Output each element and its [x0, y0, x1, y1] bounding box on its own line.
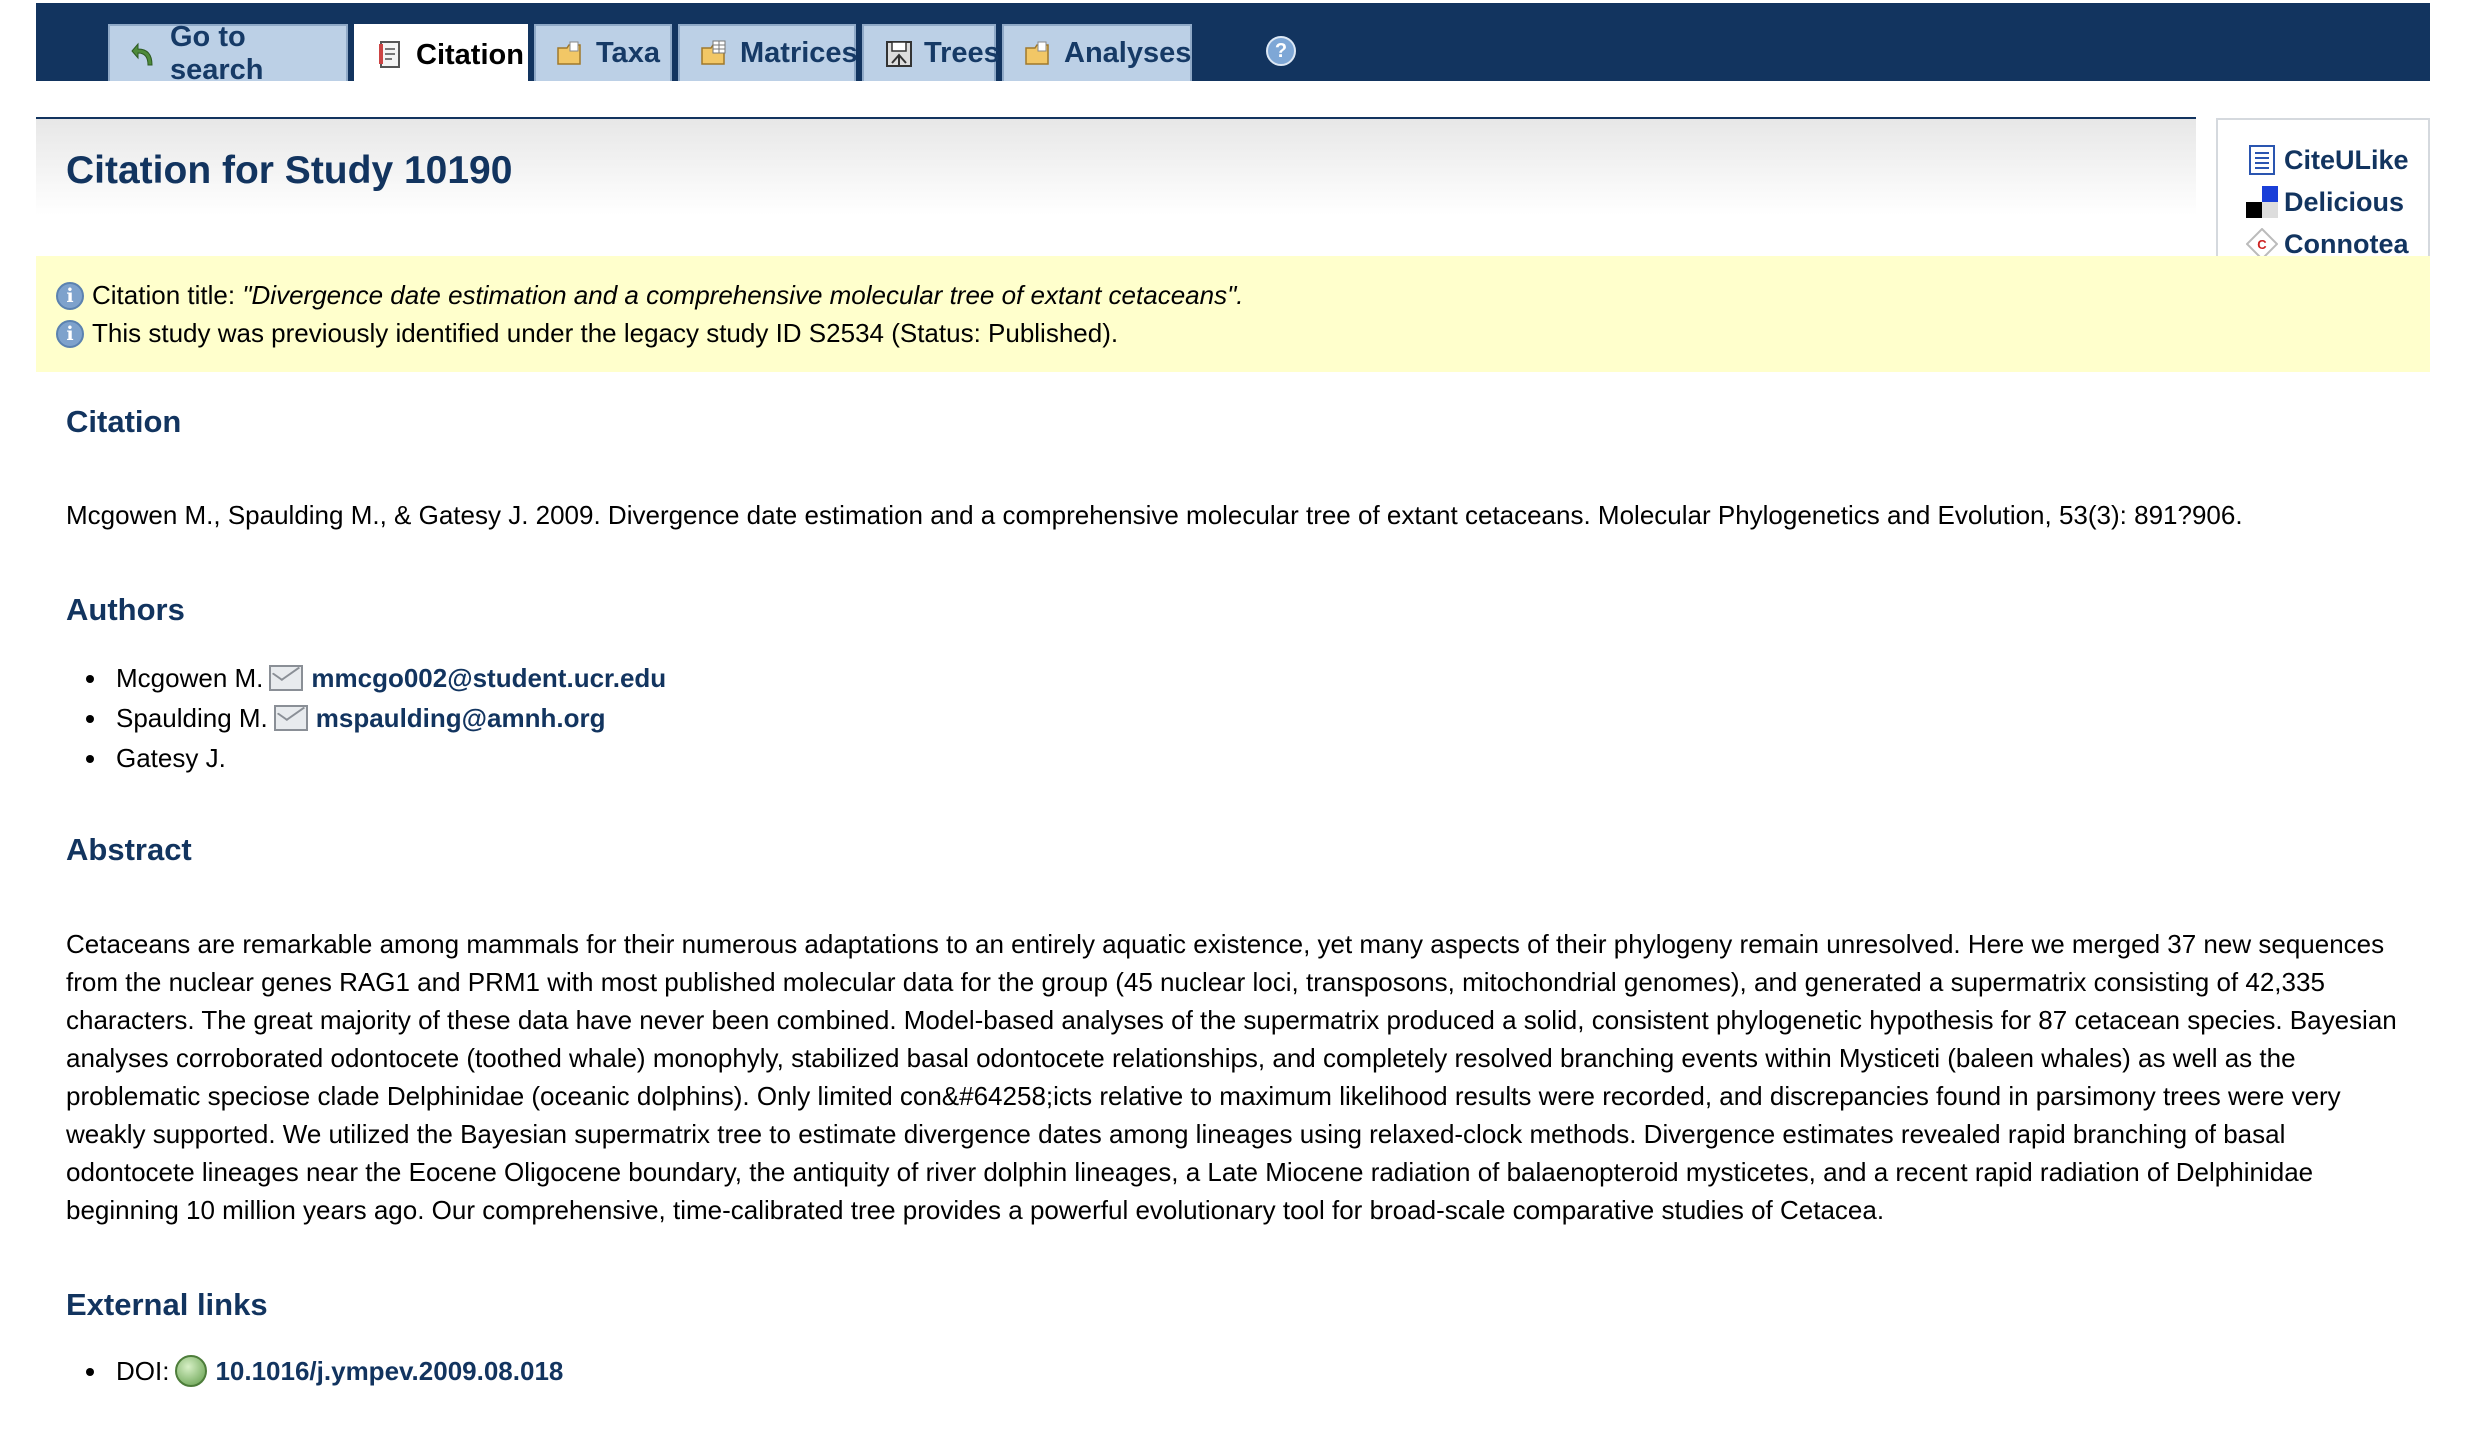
delicious-link[interactable]: Delicious: [2246, 182, 2404, 222]
abstract-text: Cetaceans are remarkable among mammals f…: [66, 929, 2397, 1225]
list-item: DOI: 10.1016/j.ympev.2009.08.018: [66, 1351, 563, 1391]
doi-label: DOI:: [116, 1355, 170, 1386]
list-item: Mcgowen M. mmcgo002@student.ucr.edu: [66, 658, 666, 698]
folder-icon: [556, 39, 586, 69]
list-item: Gatesy J.: [66, 738, 666, 778]
tree-save-icon: [884, 39, 914, 69]
external-links-heading: External links: [66, 1287, 268, 1322]
back-arrow-icon: [130, 39, 160, 69]
info-icon: i: [56, 319, 84, 348]
doi-link[interactable]: 10.1016/j.ympev.2009.08.018: [215, 1356, 563, 1387]
author-name: Mcgowen M.: [116, 662, 264, 693]
social-link-label: Connotea: [2284, 228, 2409, 259]
info-icon: i: [56, 281, 84, 310]
citeulike-icon: [2246, 144, 2278, 176]
author-name: Spaulding M.: [116, 702, 268, 733]
email-icon: [269, 665, 304, 691]
folder-icon: [1024, 39, 1054, 69]
info-message-band: i Citation title: "Divergence date estim…: [36, 256, 2430, 372]
author-name: Gatesy J.: [116, 742, 226, 773]
tab-label: Taxa: [596, 37, 660, 69]
delicious-icon: [2246, 186, 2278, 218]
page-title: Citation for Study 10190: [66, 149, 513, 192]
author-email-link[interactable]: mspaulding@amnh.org: [316, 703, 606, 734]
authors-heading: Authors: [66, 592, 185, 627]
email-icon: [273, 705, 308, 731]
tab-go-to-search[interactable]: Go to search: [108, 21, 348, 86]
abstract-heading: Abstract: [66, 832, 192, 867]
tab-citation[interactable]: Citation: [354, 24, 528, 84]
authors-list: Mcgowen M. mmcgo002@student.ucr.edu Spau…: [66, 658, 666, 778]
tab-trees[interactable]: Trees: [862, 24, 1000, 81]
social-link-label: Delicious: [2284, 186, 2405, 217]
citation-text: Mcgowen M., Spaulding M., & Gatesy J. 20…: [66, 500, 2243, 530]
citation-heading: Citation: [66, 404, 182, 439]
tab-taxa[interactable]: Taxa: [534, 24, 672, 81]
help-icon[interactable]: ?: [1266, 36, 1296, 66]
external-links-list: DOI: 10.1016/j.ympev.2009.08.018: [66, 1351, 563, 1391]
doi-link-icon: [175, 1355, 208, 1387]
social-link-label: CiteULike: [2284, 144, 2409, 175]
tab-label: Citation: [416, 38, 524, 71]
top-navigation-bar: Go to search Citation Taxa Matrices Tree…: [36, 3, 2430, 86]
tab-label: Trees: [924, 37, 1000, 69]
citation-title-prefix: Citation title:: [92, 280, 243, 310]
legacy-id-message: i This study was previously identified u…: [56, 318, 1118, 349]
svg-text:C: C: [2257, 237, 2267, 252]
author-email-link[interactable]: mmcgo002@student.ucr.edu: [311, 663, 666, 694]
citeulike-link[interactable]: CiteULike: [2246, 140, 2409, 180]
list-item: Spaulding M. mspaulding@amnh.org: [66, 698, 666, 738]
legacy-id-text: This study was previously identified und…: [92, 318, 1119, 348]
tab-matrices[interactable]: Matrices: [678, 24, 858, 81]
citation-title-message: i Citation title: "Divergence date estim…: [56, 280, 1244, 311]
tab-analyses[interactable]: Analyses: [1002, 24, 1192, 81]
tab-label: Analyses: [1064, 37, 1192, 69]
matrix-folder-icon: [700, 39, 730, 69]
tab-label: Matrices: [740, 37, 858, 69]
tab-label: Go to search: [170, 20, 264, 86]
citation-title-value: "Divergence date estimation and a compre…: [242, 280, 1244, 310]
page-header: Citation for Study 10190: [36, 117, 2196, 215]
document-icon: [376, 40, 406, 70]
